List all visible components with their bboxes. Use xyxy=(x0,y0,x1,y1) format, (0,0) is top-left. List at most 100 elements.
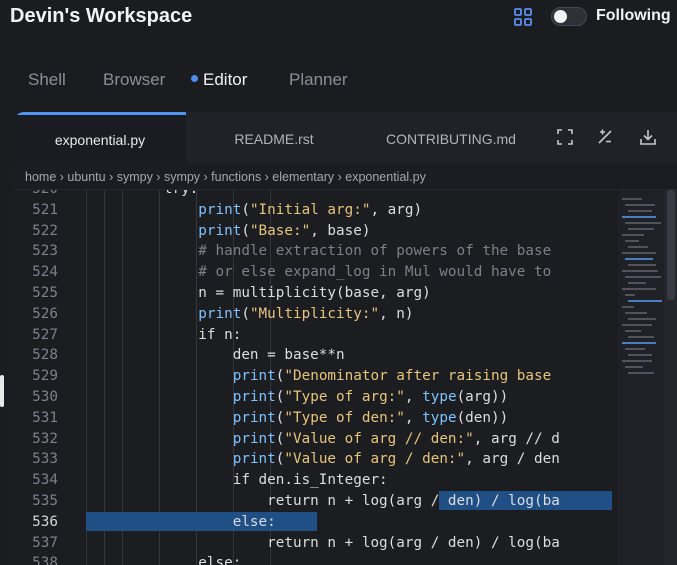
code-line[interactable]: 534 if den.is_Integer: xyxy=(14,470,677,491)
code-text: print("Multiplicity:", n) xyxy=(198,305,414,322)
line-number: 525 xyxy=(32,285,58,301)
minimap-line xyxy=(625,240,639,242)
tab-editor[interactable]: Editor xyxy=(191,70,247,90)
code-text: print("Denominator after raising base xyxy=(232,368,552,385)
line-number: 531 xyxy=(32,409,58,426)
minimap-line xyxy=(622,324,652,326)
code-line[interactable]: 530 print("Type of arg:", type(arg)) xyxy=(14,387,677,408)
code-line[interactable]: 526 print("Multiplicity:", n) xyxy=(14,304,677,325)
code-line[interactable]: 531 print("Type of den:", type(den)) xyxy=(14,408,677,429)
minimap-line xyxy=(625,312,647,314)
code-line[interactable]: 533 print("Value of arg / den:", arg / d… xyxy=(14,449,677,470)
line-number: 537 xyxy=(32,534,58,551)
line-number: 524 xyxy=(32,264,58,281)
code-line[interactable]: 529 print("Denominator after raising bas… xyxy=(14,366,677,387)
code-text: # or else expand_log in Mul would have t… xyxy=(198,264,552,281)
tab-browser[interactable]: Browser xyxy=(103,70,165,90)
download-icon[interactable] xyxy=(639,128,657,146)
code-text: try: xyxy=(95,190,198,200)
line-number: 520 xyxy=(14,190,58,200)
minimap-line xyxy=(628,246,648,248)
line-number: 521 xyxy=(32,201,58,218)
scrollbar-thumb[interactable] xyxy=(667,190,675,300)
breadcrumb[interactable]: home › ubuntu › sympy › sympy › function… xyxy=(14,164,677,190)
code-line[interactable]: 522 print("Base:", base) xyxy=(14,221,677,242)
grid-icon[interactable] xyxy=(513,7,533,27)
file-tab-label: CONTRIBUTING.md xyxy=(386,131,516,147)
minimap-line xyxy=(628,336,654,338)
file-tab-readme[interactable]: README.rst xyxy=(186,112,362,164)
minimap-line xyxy=(628,300,662,302)
main-tabs: Shell Browser Editor Planner xyxy=(0,66,677,96)
code-text: den = base**n xyxy=(95,347,345,364)
minimap-line xyxy=(622,198,642,200)
toggle-knob xyxy=(554,10,567,23)
minimap-line xyxy=(628,264,656,266)
minimap-line xyxy=(622,216,656,218)
code-text: print("Initial arg:", arg) xyxy=(198,201,423,218)
line-number: 529 xyxy=(32,368,58,385)
line-number: 538 xyxy=(32,555,58,565)
line-number: 530 xyxy=(32,389,58,405)
code-text: print("Value of arg // den:", arg // d xyxy=(232,430,560,447)
code-line[interactable]: 532 print("Value of arg // den:", arg //… xyxy=(14,429,677,450)
tab-label: Editor xyxy=(203,70,248,89)
minimap-line xyxy=(628,228,654,230)
code-text: if den.is_Integer: xyxy=(95,472,388,489)
active-dot-icon xyxy=(191,75,198,82)
line-number: 528 xyxy=(32,347,58,364)
minimap-line xyxy=(622,288,656,290)
code-text: return n + log(arg / den) / log(ba xyxy=(95,534,560,551)
code-text: return n + log(arg / den) / log(ba xyxy=(95,493,560,509)
file-tab-contributing[interactable]: CONTRIBUTING.md xyxy=(362,112,540,164)
code-line[interactable]: 535 return n + log(arg / den) / log(ba xyxy=(14,491,677,512)
following-toggle[interactable] xyxy=(551,7,587,26)
file-tab-label: exponential.py xyxy=(54,132,146,148)
code-line[interactable]: 527 if n: xyxy=(14,325,677,346)
editor-panel: exponential.py README.rst CONTRIBUTING.m… xyxy=(14,112,677,565)
minimap-line xyxy=(625,330,641,332)
code-line[interactable]: 538 else: xyxy=(14,553,677,565)
code-editor[interactable]: 520 try:521 print("Initial arg:", arg)52… xyxy=(14,190,677,565)
line-number: 536 xyxy=(32,513,58,530)
minimap-line xyxy=(628,318,656,320)
code-line[interactable]: 528 den = base**n xyxy=(14,345,677,366)
code-text: print("Base:", base) xyxy=(198,222,371,239)
minimap[interactable] xyxy=(618,190,664,565)
tab-planner[interactable]: Planner xyxy=(289,70,348,90)
line-number: 532 xyxy=(32,430,58,447)
minimap-line xyxy=(622,270,658,272)
tab-shell[interactable]: Shell xyxy=(28,70,66,90)
expand-icon[interactable] xyxy=(556,128,574,146)
line-number: 534 xyxy=(32,472,58,489)
following-label: Following xyxy=(596,7,671,24)
line-number: 522 xyxy=(32,222,58,239)
file-tab-exponential[interactable]: exponential.py xyxy=(14,112,186,164)
diff-icon[interactable] xyxy=(596,128,614,146)
code-line[interactable]: 525 n = multiplicity(base, arg) xyxy=(14,283,677,304)
code-line[interactable]: 521 print("Initial arg:", arg) xyxy=(14,200,677,221)
code-text: print("Value of arg / den:", arg / den xyxy=(232,451,560,468)
minimap-line xyxy=(628,282,646,284)
workspace-header: Devin's Workspace Following xyxy=(0,0,677,40)
minimap-line xyxy=(625,204,655,206)
line-number: 533 xyxy=(32,451,58,468)
code-line[interactable]: 537 return n + log(arg / den) / log(ba xyxy=(14,533,677,554)
minimap-line xyxy=(625,294,635,296)
resize-handle[interactable] xyxy=(0,375,4,407)
vertical-scrollbar[interactable] xyxy=(664,190,677,565)
code-text: # handle extraction of powers of the bas… xyxy=(198,243,552,260)
code-line[interactable]: 520 try: xyxy=(14,190,677,200)
code-text: print("Type of arg:", type(arg)) xyxy=(232,389,509,405)
code-text: else: xyxy=(95,513,276,530)
minimap-line xyxy=(625,366,643,368)
tab-label: Planner xyxy=(289,70,348,89)
minimap-line xyxy=(622,234,644,236)
code-line[interactable]: 523 # handle extraction of powers of the… xyxy=(14,241,677,262)
code-line[interactable]: 536 else: xyxy=(14,512,677,533)
minimap-line xyxy=(628,210,652,212)
minimap-line xyxy=(622,342,656,344)
code-line[interactable]: 524 # or else expand_log in Mul would ha… xyxy=(14,262,677,283)
minimap-line xyxy=(622,252,656,254)
file-tab-label: README.rst xyxy=(234,131,314,147)
